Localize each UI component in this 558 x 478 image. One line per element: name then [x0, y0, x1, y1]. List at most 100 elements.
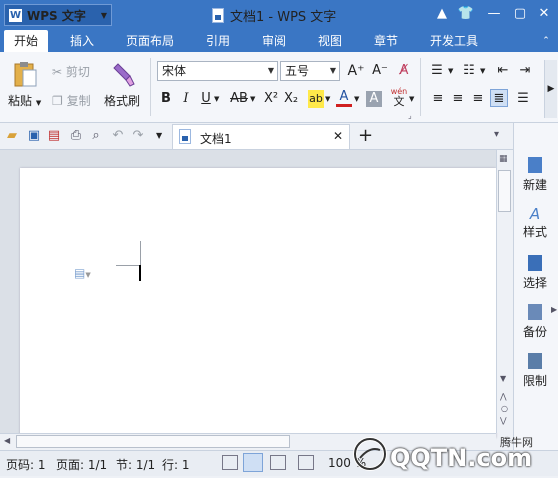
outline-view-icon[interactable] — [270, 455, 286, 470]
select-browse-icon[interactable]: ○ — [501, 404, 508, 413]
tab-references[interactable]: 引用 — [202, 32, 234, 50]
brush-icon[interactable] — [112, 60, 136, 88]
side-item-new[interactable]: 新建 — [514, 157, 556, 193]
maximize-icon: ▢ — [513, 6, 527, 21]
close-icon: ✕ — [538, 6, 550, 21]
document-tab-label: 文档1 — [200, 132, 232, 146]
chevron-down-icon[interactable]: ▼ — [409, 95, 414, 103]
decrease-indent-icon[interactable]: ⇤ — [494, 62, 512, 80]
paste-button[interactable]: 粘贴 ▼ — [8, 92, 41, 109]
page-view-icon[interactable] — [243, 453, 263, 472]
web-view-icon[interactable] — [298, 455, 314, 470]
bold-button[interactable]: B — [158, 90, 174, 108]
superscript-button[interactable]: X² — [262, 90, 280, 108]
maximize-button[interactable]: ▢ — [510, 5, 530, 23]
subscript-button[interactable]: X₂ — [282, 90, 300, 108]
vertical-scroll-thumb[interactable] — [498, 170, 511, 212]
underline-button[interactable]: U — [198, 90, 214, 108]
side-item-style[interactable]: A 样式 — [514, 205, 556, 240]
collapse-pane-icon[interactable]: ▶ — [551, 305, 557, 314]
distribute-icon[interactable]: ☰ — [514, 90, 532, 108]
font-size-select[interactable]: 五号 ▼ — [280, 61, 340, 81]
numbered-list-icon[interactable]: ☷ — [460, 62, 478, 80]
side-item-backup[interactable]: 备份 — [514, 304, 556, 340]
bullet-list-icon[interactable]: ☰ — [428, 62, 446, 80]
document-page[interactable] — [20, 168, 496, 438]
scroll-split-icon[interactable]: ▦ — [499, 154, 508, 164]
ribbon-scroll-right-icon[interactable]: ▶ — [544, 60, 557, 118]
tab-insert[interactable]: 插入 — [66, 32, 98, 50]
clear-format-icon[interactable]: A̸ — [394, 62, 414, 80]
tab-section[interactable]: 章节 — [370, 32, 402, 50]
document-icon — [212, 8, 224, 23]
minimize-button[interactable]: — — [484, 5, 504, 23]
phonetic-guide-button[interactable]: wén 文 — [388, 87, 410, 107]
tab-view[interactable]: 视图 — [314, 32, 346, 50]
save-icon[interactable]: ▣ — [26, 127, 42, 145]
chevron-down-icon[interactable]: ▼ — [325, 95, 330, 103]
clipboard-icon — [14, 62, 37, 87]
tab-page-layout[interactable]: 页面布局 — [122, 32, 178, 50]
shrink-font-button[interactable]: A⁻ — [370, 62, 390, 80]
justify-icon[interactable]: ≣ — [490, 89, 508, 107]
status-page-code: 页码: 1 — [6, 458, 46, 472]
close-button[interactable]: ✕ — [534, 5, 554, 23]
export-pdf-icon[interactable]: ▤ — [46, 127, 62, 145]
chevron-down-icon[interactable]: ▼ — [214, 95, 219, 103]
highlight-button[interactable]: ab — [308, 90, 324, 108]
redo-icon[interactable]: ↷ — [130, 127, 146, 145]
next-page-icon[interactable]: ⋁ — [500, 416, 507, 426]
align-center-icon[interactable]: ≡ — [450, 90, 466, 108]
wps-app-menu-button[interactable]: W WPS 文字 ▼ — [4, 4, 112, 26]
open-folder-icon[interactable]: ▰ — [4, 127, 20, 145]
tab-developer[interactable]: 开发工具 — [426, 32, 482, 50]
side-item-label: 样式 — [522, 225, 547, 239]
prev-page-icon[interactable]: ⋀ — [500, 392, 507, 402]
tab-home[interactable]: 开始 — [4, 30, 49, 52]
watermark: QQTN.com 腾牛网 — [350, 432, 558, 475]
customize-toolbar-icon[interactable]: ▼ — [156, 131, 162, 140]
new-tab-button[interactable]: + — [358, 125, 373, 147]
ribbon-toggle-icon[interactable]: ⌃ — [538, 32, 554, 50]
skin-button[interactable]: 👕 — [456, 5, 476, 23]
increase-indent-icon[interactable]: ⇥ — [516, 62, 534, 80]
undo-icon[interactable]: ↶ — [110, 127, 126, 145]
font-name-select[interactable]: 宋体 ▼ — [157, 61, 278, 81]
chevron-down-icon[interactable]: ▼ — [448, 67, 453, 75]
chevron-down-icon: ▼ — [267, 66, 274, 75]
panel-menu-icon[interactable]: ▾ — [494, 129, 499, 140]
align-right-icon[interactable]: ≡ — [470, 90, 486, 108]
font-dialog-launcher-icon[interactable]: ⌟ — [408, 111, 412, 120]
doc-title-text: 文档1 - WPS 文字 — [230, 10, 337, 25]
italic-button[interactable]: I — [178, 90, 194, 108]
paste-button-icon-area[interactable] — [12, 60, 38, 88]
print-icon[interactable]: ⎙ — [68, 127, 84, 145]
format-painter-button[interactable]: 格式刷 — [104, 92, 140, 109]
chevron-down-icon[interactable]: ▼ — [480, 67, 485, 75]
status-section: 节: 1/1 — [116, 458, 156, 472]
chevron-down-icon[interactable]: ▼ — [354, 95, 359, 103]
cut-button[interactable]: ✂ 剪切 — [52, 63, 90, 80]
side-item-restrict[interactable]: 限制 — [514, 353, 556, 389]
scroll-down-icon[interactable]: ▼ — [500, 374, 506, 383]
align-left-icon[interactable]: ≡ — [430, 90, 446, 108]
collapse-ribbon-button[interactable]: ▲ — [432, 5, 452, 23]
scroll-up-icon[interactable] — [500, 164, 511, 169]
paragraph-handle-icon[interactable]: ▤▼ — [74, 266, 91, 280]
horizontal-scroll-thumb[interactable] — [16, 435, 290, 448]
document-tab[interactable] — [172, 124, 350, 149]
copy-button[interactable]: ❐ 复制 — [52, 92, 91, 109]
close-tab-icon[interactable]: ✕ — [333, 129, 343, 143]
scroll-left-icon[interactable]: ◀ — [4, 436, 10, 445]
side-item-select[interactable]: 选择 — [514, 255, 556, 291]
char-shading-button[interactable]: A — [366, 91, 382, 107]
tab-review[interactable]: 审阅 — [258, 32, 290, 50]
strikethrough-button[interactable]: AB — [228, 90, 250, 108]
font-color-button[interactable]: A — [336, 88, 352, 107]
full-screen-view-icon[interactable] — [222, 455, 238, 470]
wps-logo-icon: W — [9, 8, 22, 22]
print-preview-icon[interactable]: ⌕ — [88, 127, 104, 145]
side-item-label: 限制 — [522, 374, 547, 388]
chevron-down-icon[interactable]: ▼ — [250, 95, 255, 103]
grow-font-button[interactable]: A⁺ — [346, 62, 366, 80]
